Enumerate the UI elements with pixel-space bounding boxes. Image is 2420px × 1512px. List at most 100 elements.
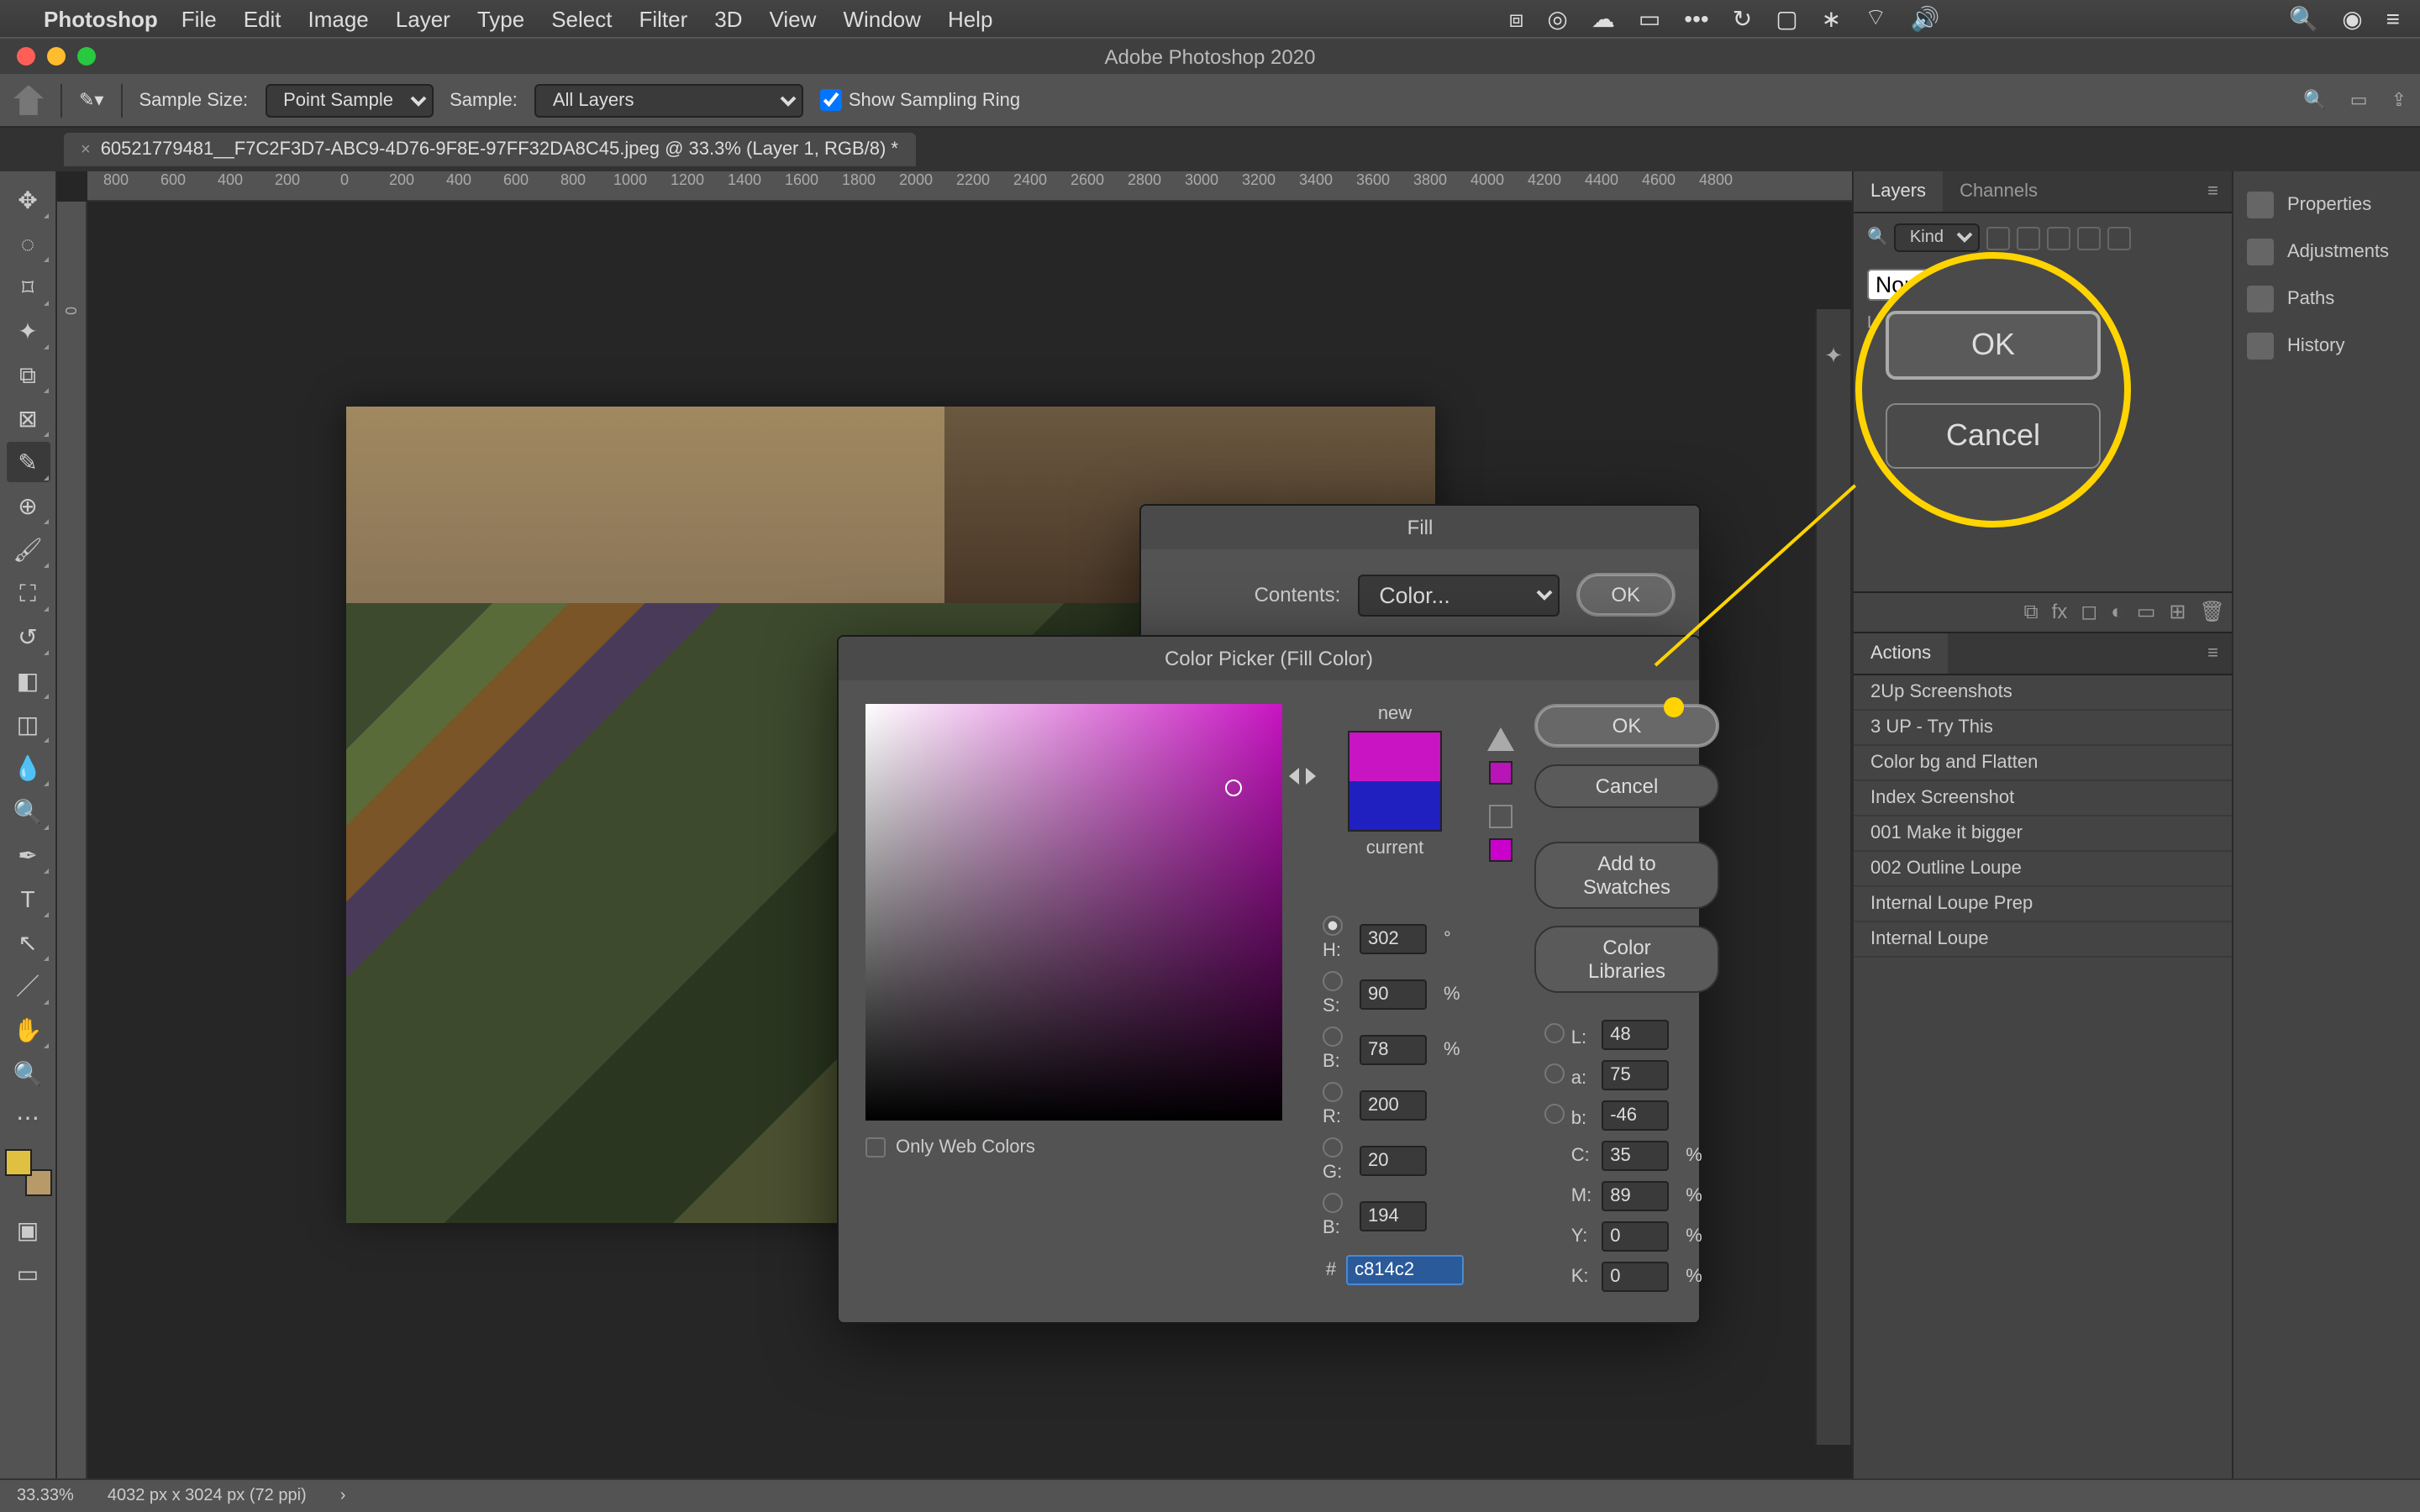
radio-h[interactable]: [1323, 916, 1343, 936]
color-libraries-button[interactable]: Color Libraries: [1534, 926, 1719, 993]
window-minimize-button[interactable]: [47, 47, 66, 66]
y-input[interactable]: [1602, 1221, 1669, 1252]
dropbox-icon[interactable]: ⧈: [1509, 4, 1524, 33]
menu-window[interactable]: Window: [843, 6, 921, 31]
menu-file[interactable]: File: [182, 6, 217, 31]
show-ring-checkbox[interactable]: [820, 89, 842, 111]
action-item[interactable]: 001 Make it bigger: [1854, 816, 2232, 852]
show-sampling-ring[interactable]: Show Sampling Ring: [820, 89, 1020, 111]
g-input[interactable]: [1360, 1145, 1427, 1175]
pen-tool[interactable]: ✒: [6, 835, 50, 875]
action-item[interactable]: Color bg and Flatten: [1854, 746, 2232, 781]
workspace-icon[interactable]: ▭: [2350, 89, 2368, 111]
collapsed-paths[interactable]: Paths: [2233, 276, 2420, 323]
display-icon[interactable]: ▭: [1639, 4, 1660, 33]
filter-icon[interactable]: 🔍: [1867, 228, 1888, 247]
zoom-tool[interactable]: 🔍: [6, 1053, 50, 1094]
spotlight-icon[interactable]: 🔍: [2289, 4, 2318, 33]
brush-tool[interactable]: 🖌: [6, 529, 50, 570]
new-layer-icon[interactable]: ⊞: [2169, 600, 2186, 625]
window-close-button[interactable]: [17, 47, 35, 66]
share-icon[interactable]: ⇪: [2391, 89, 2407, 111]
tab-channels[interactable]: Channels: [1943, 171, 2054, 212]
radio-r[interactable]: [1323, 1082, 1343, 1102]
lab-b-input[interactable]: [1602, 1100, 1669, 1131]
filter-pixel-icon[interactable]: [1987, 226, 2011, 249]
l-input[interactable]: [1602, 1020, 1669, 1050]
s-input[interactable]: [1360, 979, 1427, 1009]
history-brush-tool[interactable]: ↺: [6, 617, 50, 657]
info-chevron-icon[interactable]: ›: [340, 1487, 346, 1505]
airplay-icon[interactable]: ▢: [1776, 4, 1797, 33]
screenmode-tool[interactable]: ▭: [6, 1253, 50, 1294]
bluetooth-icon[interactable]: ∗: [1822, 4, 1841, 33]
eyedropper-icon[interactable]: ✎▾: [79, 89, 104, 111]
c-input[interactable]: [1602, 1141, 1669, 1171]
k-input[interactable]: [1602, 1262, 1669, 1292]
menu-type[interactable]: Type: [477, 6, 524, 31]
move-tool[interactable]: ✥: [6, 180, 50, 220]
menu-view[interactable]: View: [770, 6, 817, 31]
more-icon[interactable]: •••: [1684, 5, 1708, 32]
eyedropper-tool[interactable]: ✎: [6, 442, 50, 482]
fx-icon[interactable]: fx: [2052, 600, 2068, 625]
action-item[interactable]: Index Screenshot: [1854, 781, 2232, 816]
websafe-swatch[interactable]: [1489, 838, 1512, 862]
menu-help[interactable]: Help: [948, 6, 993, 31]
home-icon[interactable]: [13, 85, 44, 115]
tab-actions[interactable]: Actions: [1854, 633, 1948, 674]
type-tool[interactable]: T: [6, 879, 50, 919]
filter-type-icon[interactable]: [2048, 226, 2071, 249]
sample-size-select[interactable]: Point Sample: [265, 83, 433, 117]
add-swatches-button[interactable]: Add to Swatches: [1534, 842, 1719, 909]
hex-input[interactable]: [1346, 1255, 1464, 1285]
websafe-warning-icon[interactable]: [1489, 805, 1512, 828]
filter-shape-icon[interactable]: [2078, 226, 2102, 249]
contents-select[interactable]: Color...: [1357, 574, 1559, 616]
picker-ok-button[interactable]: OK: [1534, 704, 1719, 748]
mask-icon[interactable]: ◻: [2081, 600, 2097, 625]
b-input[interactable]: [1360, 1034, 1427, 1064]
close-tab-icon[interactable]: ×: [81, 140, 91, 159]
radio-g[interactable]: [1323, 1137, 1343, 1158]
collapsed-properties[interactable]: Properties: [2233, 181, 2420, 228]
app-name[interactable]: Photoshop: [44, 6, 158, 31]
menu-filter[interactable]: Filter: [639, 6, 688, 31]
blur-tool[interactable]: 💧: [6, 748, 50, 788]
lasso-tool[interactable]: ⌑: [6, 267, 50, 307]
siri-icon[interactable]: ◉: [2342, 4, 2362, 33]
radio-b[interactable]: [1323, 1026, 1343, 1047]
radio-l[interactable]: [1544, 1022, 1565, 1042]
web-colors-checkbox[interactable]: [865, 1137, 886, 1158]
radio-s[interactable]: [1323, 971, 1343, 991]
action-item[interactable]: 002 Outline Loupe: [1854, 852, 2232, 887]
filter-select[interactable]: Kind: [1895, 223, 1981, 252]
timemachine-icon[interactable]: ↻: [1733, 4, 1752, 33]
menu-layer[interactable]: Layer: [396, 6, 450, 31]
path-tool[interactable]: ↖: [6, 922, 50, 963]
a-input[interactable]: [1602, 1060, 1669, 1090]
panel-menu-icon[interactable]: ≡: [2194, 633, 2232, 674]
menu-3d[interactable]: 3D: [714, 6, 742, 31]
eraser-tool[interactable]: ◧: [6, 660, 50, 701]
window-zoom-button[interactable]: [77, 47, 96, 66]
volume-icon[interactable]: 🔊: [1910, 4, 1939, 33]
action-item[interactable]: Internal Loupe Prep: [1854, 887, 2232, 922]
zoom-value[interactable]: 33.33%: [17, 1487, 74, 1505]
radio-a[interactable]: [1544, 1063, 1565, 1083]
group-icon[interactable]: ▭: [2137, 600, 2156, 625]
bb-input[interactable]: [1360, 1200, 1427, 1231]
shape-tool[interactable]: ／: [6, 966, 50, 1006]
color-cursor[interactable]: [1225, 780, 1242, 796]
action-item[interactable]: 3 UP - Try This: [1854, 711, 2232, 746]
fg-color[interactable]: [4, 1149, 31, 1176]
collapsed-history[interactable]: History: [2233, 323, 2420, 370]
color-swatches[interactable]: [4, 1149, 51, 1196]
frame-tool[interactable]: ⊠: [6, 398, 50, 438]
cloud-icon[interactable]: ☁: [1591, 4, 1615, 33]
search-icon[interactable]: 🔍: [2303, 89, 2326, 111]
adjust-icon[interactable]: ◐: [2111, 600, 2123, 625]
notification-icon[interactable]: ≡: [2386, 5, 2400, 32]
collapsed-panel-strip[interactable]: ✦: [1815, 309, 1852, 1445]
gamut-swatch[interactable]: [1489, 761, 1512, 785]
